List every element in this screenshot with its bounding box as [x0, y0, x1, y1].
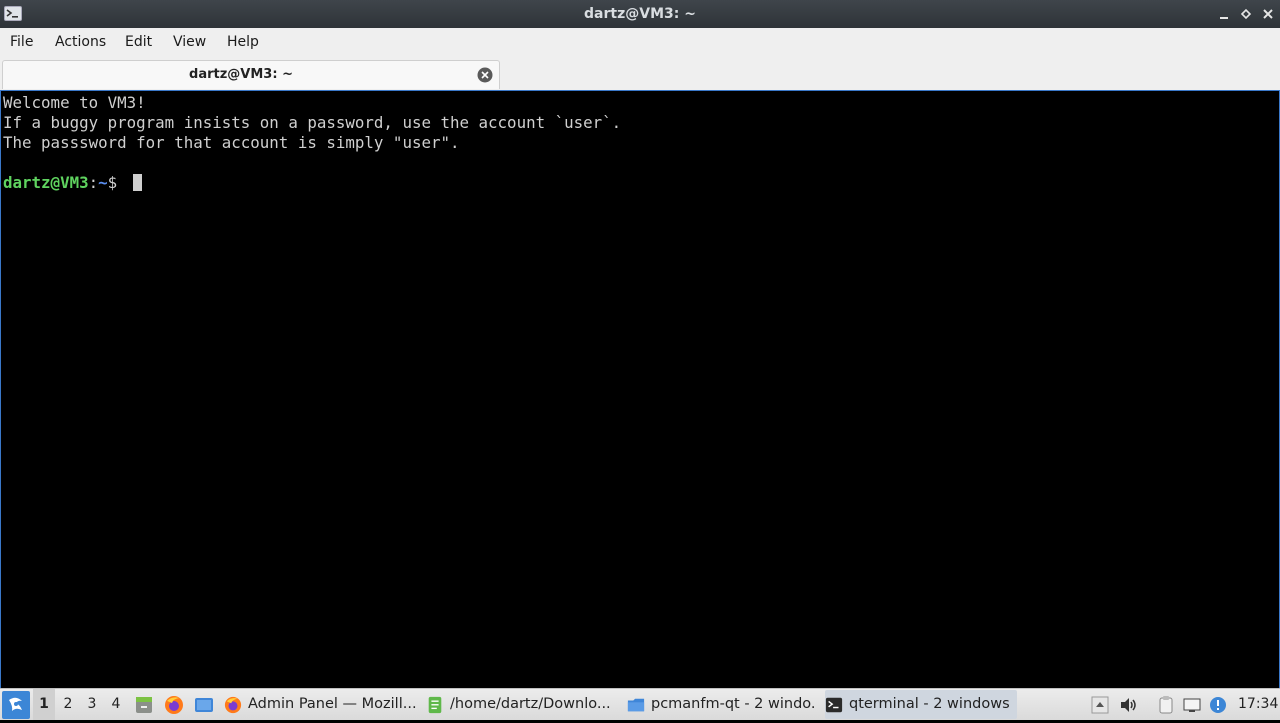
task-label: /home/dartz/Downlo... [450, 696, 611, 712]
maximize-icon[interactable] [1238, 6, 1254, 22]
prompt-symbol: $ [107, 173, 127, 192]
text-cursor [133, 174, 142, 191]
firefox-icon[interactable] [164, 695, 184, 715]
tab-label: dartz@VM3: ~ [189, 67, 293, 82]
task-label: qterminal - 2 windows [849, 696, 1010, 712]
menu-file[interactable]: File [10, 28, 33, 57]
window-title: dartz@VM3: ~ [584, 6, 696, 22]
tab-close-icon[interactable] [477, 67, 493, 83]
volume-icon[interactable] [1118, 695, 1138, 715]
menu-actions[interactable]: Actions [55, 28, 106, 57]
menu-help[interactable]: Help [227, 28, 259, 57]
folder-icon [627, 698, 645, 712]
task-text-editor[interactable]: /home/dartz/Downlo... [426, 690, 616, 719]
terminal-line: The passsword for that account is simply… [3, 133, 460, 152]
application-menu-button[interactable] [2, 691, 30, 719]
firefox-icon [224, 696, 242, 714]
workspace-4[interactable]: 4 [105, 689, 127, 720]
shell-prompt: dartz@VM3:~$ [3, 173, 127, 193]
terminal-tab[interactable]: dartz@VM3: ~ [2, 60, 500, 89]
menu-bar: File Actions Edit View Help [0, 28, 1280, 58]
minimize-icon[interactable] [1216, 6, 1232, 22]
task-terminal[interactable]: qterminal - 2 windows [825, 690, 1017, 719]
terminal-area[interactable]: Welcome to VM3! If a buggy program insis… [0, 90, 1280, 688]
close-icon[interactable] [1260, 6, 1276, 22]
tab-bar: dartz@VM3: ~ [0, 58, 1280, 90]
prompt-path: ~ [98, 173, 108, 192]
task-firefox[interactable]: Admin Panel — Mozill... [224, 690, 416, 719]
workspace-2[interactable]: 2 [57, 689, 79, 720]
menu-edit[interactable]: Edit [125, 28, 152, 57]
terminal-icon [825, 697, 843, 713]
task-file-manager[interactable]: pcmanfm-qt - 2 windo... [627, 690, 817, 719]
network-icon[interactable] [1182, 695, 1202, 715]
tray-expand-icon[interactable] [1090, 695, 1110, 715]
prompt-colon: : [88, 173, 99, 192]
terminal-line: Welcome to VM3! [3, 93, 146, 112]
menu-view[interactable]: View [173, 28, 206, 57]
file-cabinet-icon[interactable] [134, 695, 154, 715]
window-titlebar[interactable]: dartz@VM3: ~ [0, 0, 1280, 28]
taskbar: 1 2 3 4 Admin Panel — Mozill... /home/da… [0, 688, 1280, 720]
workspace-3[interactable]: 3 [81, 689, 103, 720]
update-notifier-icon[interactable] [1208, 695, 1228, 715]
file-icon [428, 696, 442, 714]
workspace-1[interactable]: 1 [33, 689, 55, 720]
task-label: Admin Panel — Mozill... [248, 696, 416, 712]
clock[interactable]: 17:34 [1238, 689, 1278, 720]
clipboard-icon[interactable] [1156, 695, 1176, 715]
task-label: pcmanfm-qt - 2 windo... [651, 696, 817, 712]
terminal-line: If a buggy program insists on a password… [3, 113, 622, 132]
desktop-icon[interactable] [194, 695, 214, 715]
prompt-user: dartz@VM3 [3, 173, 89, 192]
lxqt-logo-icon [9, 697, 22, 711]
